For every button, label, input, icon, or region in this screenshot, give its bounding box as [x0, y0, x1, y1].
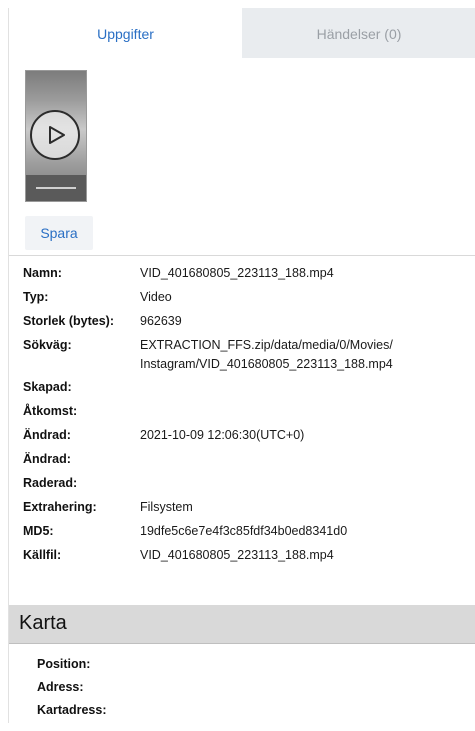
thumbnail-caption-line	[36, 187, 76, 189]
property-value: 962639	[140, 314, 182, 328]
property-key: Typ:	[23, 290, 49, 304]
property-row-storlek: Storlek (bytes): 962639	[23, 312, 473, 336]
property-row-kallfil: Källfil: VID_401680805_223113_188.mp4	[23, 546, 473, 570]
map-properties-list: Position: Adress: Kartadress:	[37, 655, 106, 724]
property-key: Ändrad:	[23, 428, 71, 442]
save-button[interactable]: Spara	[25, 216, 93, 250]
property-row-atkomst: Åtkomst:	[23, 402, 473, 426]
property-value: 2021-10-09 12:06:30(UTC+0)	[140, 428, 305, 442]
property-row-md5: MD5: 19dfe5c6e7e4f3c85fdf34b0ed8341d0	[23, 522, 473, 546]
divider	[9, 255, 475, 256]
video-thumbnail[interactable]	[25, 70, 87, 202]
tab-uppgifter[interactable]: Uppgifter	[9, 8, 242, 58]
property-value: Filsystem	[140, 500, 193, 514]
map-field-kartadress: Kartadress:	[37, 703, 107, 717]
details-panel: Uppgifter Händelser (0) Spara Namn: VID_…	[8, 8, 475, 723]
property-key: MD5:	[23, 524, 54, 538]
property-key: Källfil:	[23, 548, 62, 562]
property-key: Skapad:	[23, 380, 72, 394]
property-row-andrad-2: Ändrad:	[23, 450, 473, 474]
property-value: EXTRACTION_FFS.zip/data/media/0/Movies/ …	[140, 336, 473, 374]
map-field-position: Position:	[37, 657, 91, 671]
path-line-2: Instagram/VID_401680805_223113_188.mp4	[140, 357, 393, 371]
property-key: Extrahering:	[23, 500, 97, 514]
map-title: Karta	[19, 612, 67, 634]
property-value: Video	[140, 290, 172, 304]
property-key: Sökväg:	[23, 338, 72, 352]
property-row-namn: Namn: VID_401680805_223113_188.mp4	[23, 264, 473, 288]
property-row-extrahering: Extrahering: Filsystem	[23, 498, 473, 522]
play-icon[interactable]	[30, 110, 80, 160]
map-section-header[interactable]: Karta	[9, 605, 475, 644]
property-row-sokvag: Sökväg: EXTRACTION_FFS.zip/data/media/0/…	[23, 336, 473, 378]
property-value: 19dfe5c6e7e4f3c85fdf34b0ed8341d0	[140, 524, 348, 538]
property-row-typ: Typ: Video	[23, 288, 473, 312]
property-key: Åtkomst:	[23, 404, 78, 418]
tab-bar: Uppgifter Händelser (0)	[9, 8, 475, 58]
properties-list: Namn: VID_401680805_223113_188.mp4 Typ: …	[23, 264, 473, 570]
path-line-1: EXTRACTION_FFS.zip/data/media/0/Movies/	[140, 338, 393, 352]
property-value: VID_401680805_223113_188.mp4	[140, 266, 334, 280]
tab-handelser[interactable]: Händelser (0)	[242, 8, 475, 58]
map-field-adress: Adress:	[37, 680, 84, 694]
property-key: Storlek (bytes):	[23, 314, 114, 328]
property-value: VID_401680805_223113_188.mp4	[140, 548, 334, 562]
property-row-raderad: Raderad:	[23, 474, 473, 498]
property-row-andrad: Ändrad: 2021-10-09 12:06:30(UTC+0)	[23, 426, 473, 450]
property-key: Raderad:	[23, 476, 78, 490]
property-key: Ändrad:	[23, 452, 71, 466]
property-row-skapad: Skapad:	[23, 378, 473, 402]
property-key: Namn:	[23, 266, 62, 280]
